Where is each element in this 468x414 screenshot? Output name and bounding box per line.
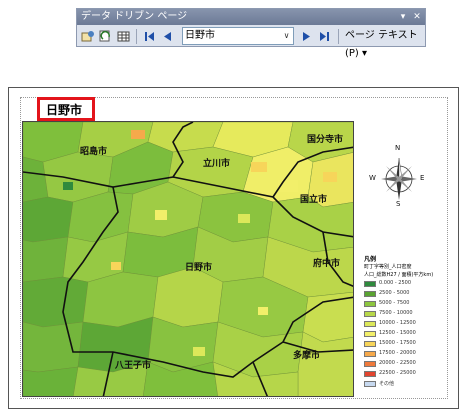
legend-swatch bbox=[364, 301, 376, 307]
page-text-menu[interactable]: ページ テキスト(P) ▾ bbox=[345, 27, 425, 59]
legend-item: 15000 - 17500 bbox=[364, 340, 434, 349]
compass-n: N bbox=[395, 144, 401, 152]
chevron-down-icon[interactable]: ∨ bbox=[280, 28, 293, 44]
legend-item: 17500 - 20000 bbox=[364, 350, 434, 359]
label-tachikawa: 立川市 bbox=[203, 159, 231, 169]
legend-swatch bbox=[364, 331, 376, 337]
legend-swatch bbox=[364, 371, 376, 377]
legend-item: 20000 - 22500 bbox=[364, 360, 434, 369]
legend-item: 10000 - 12500 bbox=[364, 320, 434, 329]
legend-swatch bbox=[364, 351, 376, 357]
legend-field-label: 人口_総数H27 / 面積(平方km) bbox=[364, 272, 434, 278]
page-selector-combo[interactable]: 日野市 ∨ bbox=[182, 27, 294, 45]
compass-e: E bbox=[420, 174, 425, 182]
label-kokubunji: 国分寺市 bbox=[307, 135, 344, 145]
compass-s: S bbox=[396, 200, 401, 208]
map-title[interactable]: 日野市 bbox=[46, 101, 82, 118]
legend-label: 10000 - 12500 bbox=[379, 320, 416, 326]
legend-swatch bbox=[364, 281, 376, 287]
close-icon[interactable]: ✕ bbox=[411, 9, 423, 25]
legend-swatch bbox=[364, 341, 376, 347]
north-arrow[interactable]: N S W E bbox=[369, 144, 425, 208]
legend-swatch bbox=[364, 361, 376, 367]
legend-label: 12500 - 15000 bbox=[379, 330, 416, 336]
legend-item: その他 bbox=[364, 381, 434, 389]
data-driven-pages-toolbar: データ ドリブン ページ ▾ ✕ 日野市 ∨ ページ テキスト(P) ▾ bbox=[76, 8, 426, 59]
last-page-icon[interactable] bbox=[316, 28, 333, 45]
label-kunitachi: 国立市 bbox=[300, 195, 328, 205]
toolbar-title: データ ドリブン ページ bbox=[77, 9, 425, 25]
legend-item: 7500 - 10000 bbox=[364, 310, 434, 319]
legend-label: 5000 - 7500 bbox=[379, 300, 410, 306]
legend-item: 0.000 - 2500 bbox=[364, 280, 434, 289]
compass-w: W bbox=[369, 174, 376, 182]
legend-label: 7500 - 10000 bbox=[379, 310, 413, 316]
first-page-icon[interactable] bbox=[141, 28, 158, 45]
legend-label: 22500 - 25000 bbox=[379, 370, 416, 376]
next-page-icon[interactable] bbox=[298, 28, 315, 45]
legend-item: 12500 - 15000 bbox=[364, 330, 434, 339]
legend-label: 2500 - 5000 bbox=[379, 290, 410, 296]
legend-label: 0.000 - 2500 bbox=[379, 280, 412, 286]
legend-label: 15000 - 17500 bbox=[379, 340, 416, 346]
legend-label: その他 bbox=[379, 381, 395, 387]
toolbar-menu-icon[interactable]: ▾ bbox=[397, 9, 409, 25]
separator bbox=[338, 29, 339, 44]
table-icon[interactable] bbox=[115, 28, 132, 45]
legend-label: 17500 - 20000 bbox=[379, 350, 416, 356]
legend-swatch bbox=[364, 381, 376, 387]
label-hino: 日野市 bbox=[185, 263, 213, 273]
map-frame[interactable]: 昭島市 立川市 国分寺市 国立市 日野市 府中市 八王子市 多摩市 bbox=[22, 121, 354, 397]
label-akishima: 昭島市 bbox=[80, 147, 108, 157]
legend-swatch bbox=[364, 291, 376, 297]
legend-item: 5000 - 7500 bbox=[364, 300, 434, 309]
legend-label: 20000 - 22500 bbox=[379, 360, 416, 366]
label-fuchu: 府中市 bbox=[313, 259, 341, 269]
legend-item: 22500 - 25000 bbox=[364, 370, 434, 379]
previous-page-icon[interactable] bbox=[159, 28, 176, 45]
legend-title[interactable]: 凡例 bbox=[364, 254, 376, 263]
legend-item: 2500 - 5000 bbox=[364, 290, 434, 299]
separator bbox=[136, 29, 137, 44]
page-selector-value: 日野市 bbox=[185, 30, 215, 41]
label-tama: 多摩市 bbox=[293, 351, 321, 361]
setup-icon[interactable] bbox=[79, 28, 96, 45]
refresh-icon[interactable] bbox=[97, 28, 114, 45]
legend-swatch bbox=[364, 311, 376, 317]
legend-subtitle: 町丁字等別_人口密度 bbox=[364, 264, 412, 270]
label-hachioji: 八王子市 bbox=[115, 361, 152, 371]
legend-swatch bbox=[364, 321, 376, 327]
